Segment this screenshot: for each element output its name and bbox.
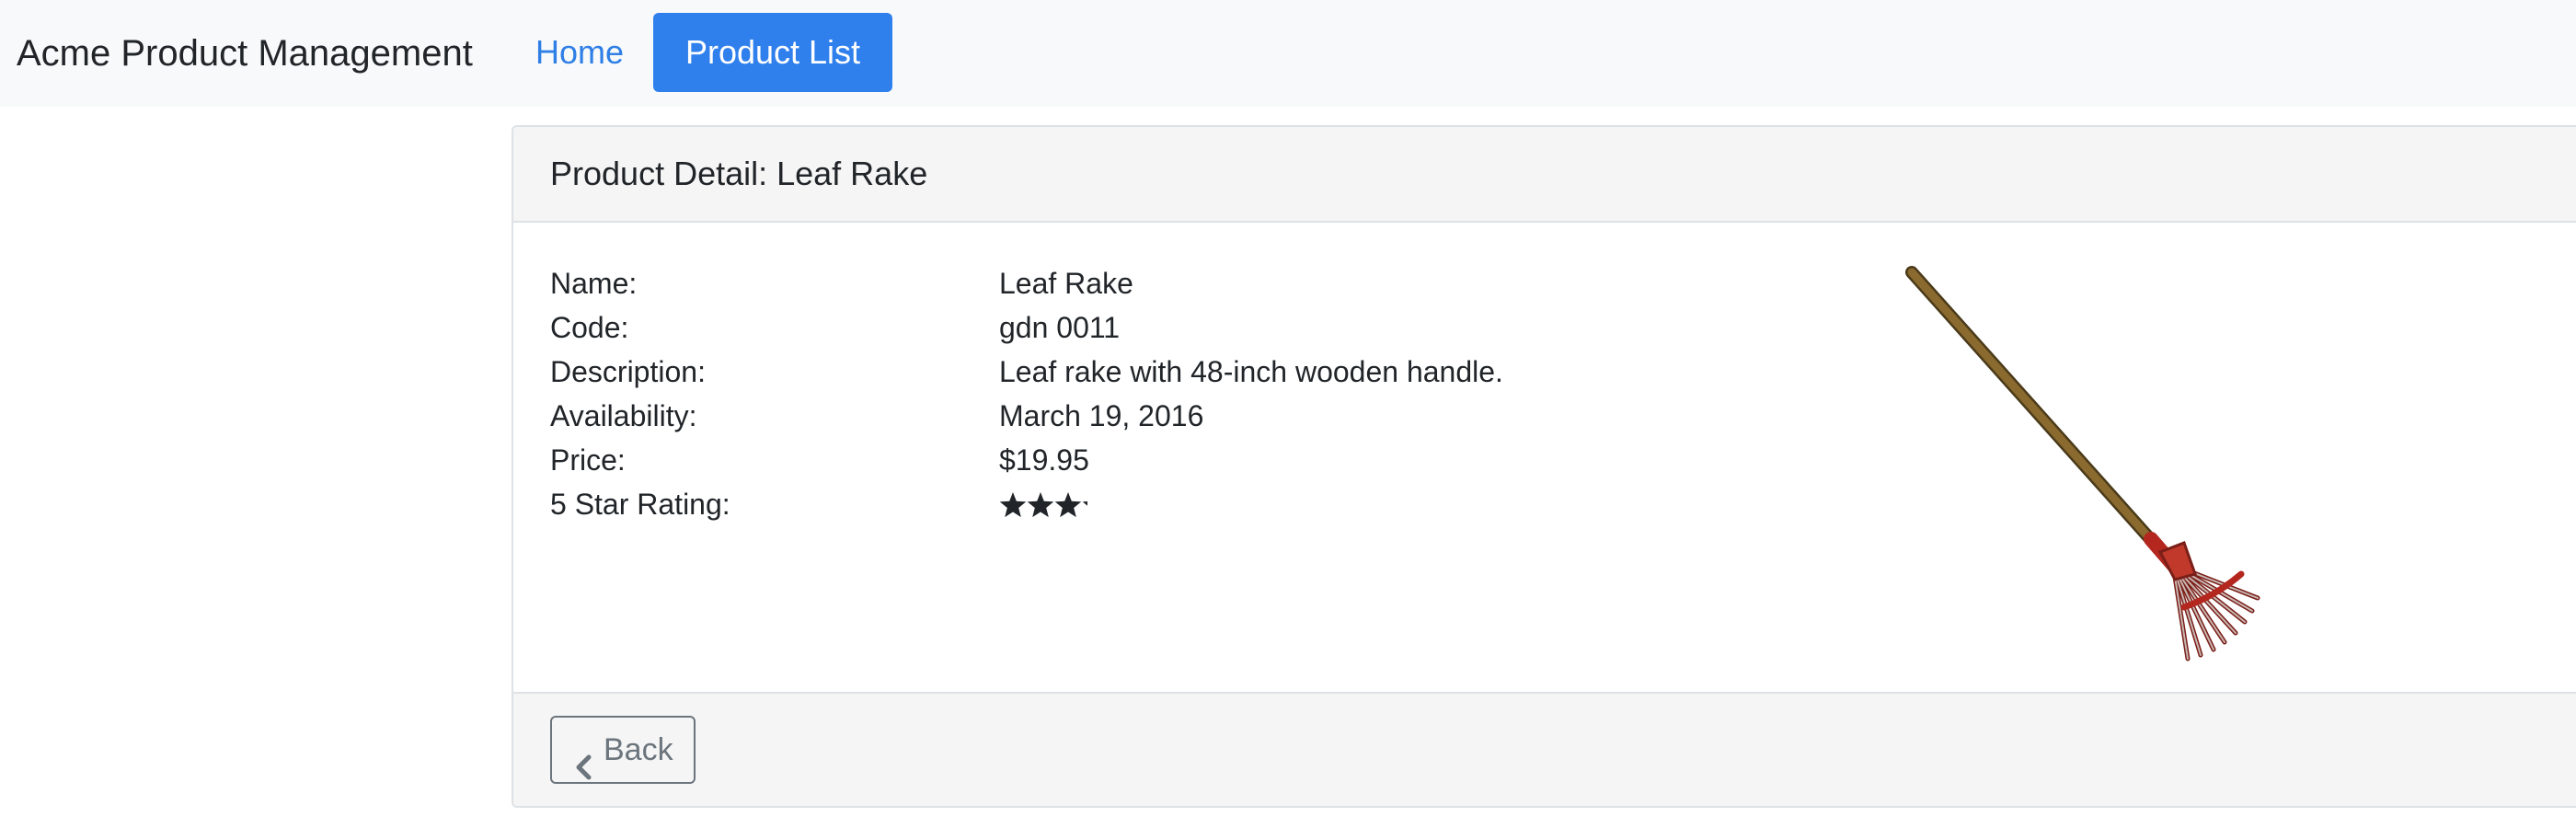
star-icon <box>1054 492 1082 518</box>
card-footer: Back <box>513 692 2576 806</box>
leaf-rake-image <box>1893 256 2280 679</box>
app-brand[interactable]: Acme Product Management <box>17 0 473 107</box>
chevron-left-icon <box>574 738 592 780</box>
detail-value: $19.95 <box>999 443 1089 477</box>
detail-value: gdn 0011 <box>999 311 1121 344</box>
page-title: Product Detail: Leaf Rake <box>550 155 928 192</box>
detail-label: Availability: <box>550 399 697 432</box>
detail-label: Price: <box>550 443 626 477</box>
star-rating <box>999 491 1087 519</box>
nav-link-product-list[interactable]: Product List <box>653 13 892 92</box>
back-button-label: Back <box>604 732 673 767</box>
navbar: Acme Product Management Home Product Lis… <box>0 0 2576 107</box>
detail-label: Description: <box>550 355 706 388</box>
detail-value: March 19, 2016 <box>999 399 1204 432</box>
nav-link-home[interactable]: Home <box>523 13 637 92</box>
product-detail-card: Product Detail: Leaf Rake Name: Leaf Rak… <box>512 125 2576 808</box>
star-icon <box>1027 492 1054 518</box>
detail-label: Name: <box>550 267 638 300</box>
detail-label: Code: <box>550 311 629 344</box>
star-icon <box>999 492 1027 518</box>
star-icon <box>1082 501 1087 506</box>
detail-value: Leaf rake with 48-inch wooden handle. <box>999 355 1503 388</box>
detail-label: 5 Star Rating: <box>550 488 730 521</box>
detail-value: Leaf Rake <box>999 267 1133 300</box>
card-header: Product Detail: Leaf Rake <box>513 127 2576 223</box>
back-button[interactable]: Back <box>550 716 696 784</box>
